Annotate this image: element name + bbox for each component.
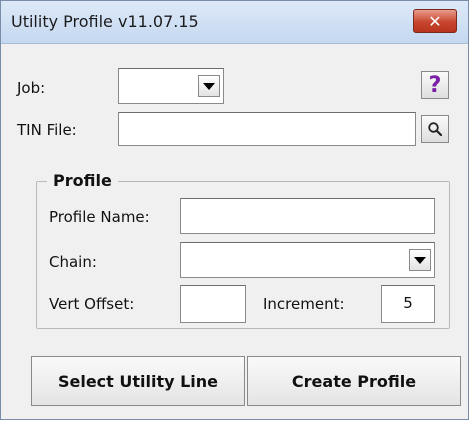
- magnifier-icon: [428, 122, 443, 137]
- profile-name-label: Profile Name:: [49, 208, 150, 226]
- select-utility-line-button[interactable]: Select Utility Line: [31, 356, 245, 406]
- tin-file-label: TIN File:: [17, 121, 77, 139]
- vert-offset-input[interactable]: [180, 285, 246, 323]
- profile-group-title: Profile: [47, 171, 118, 190]
- title-bar[interactable]: Utility Profile v11.07.15 ✕: [1, 1, 468, 44]
- chain-label: Chain:: [49, 253, 97, 271]
- chain-dropdown-button[interactable]: [409, 249, 431, 271]
- browse-tin-button[interactable]: [421, 115, 449, 143]
- window-title: Utility Profile v11.07.15: [11, 12, 199, 31]
- help-icon: ?: [428, 72, 442, 98]
- job-label: Job:: [17, 79, 46, 97]
- chain-dropdown[interactable]: [180, 242, 435, 278]
- chevron-down-icon: [203, 82, 215, 90]
- job-dropdown-button[interactable]: [198, 75, 220, 97]
- increment-label: Increment:: [263, 295, 345, 313]
- chevron-down-icon: [414, 256, 426, 264]
- create-profile-button[interactable]: Create Profile: [247, 356, 461, 406]
- increment-value: 5: [403, 294, 413, 312]
- close-icon: ✕: [428, 11, 442, 31]
- close-button[interactable]: ✕: [413, 9, 457, 33]
- tin-file-input[interactable]: [118, 112, 416, 146]
- increment-input[interactable]: 5: [381, 285, 435, 323]
- utility-profile-window: Utility Profile v11.07.15 ✕ Job: ? TIN F…: [0, 0, 469, 420]
- vert-offset-label: Vert Offset:: [49, 295, 135, 313]
- profile-name-input[interactable]: [180, 198, 435, 234]
- job-dropdown[interactable]: [118, 68, 224, 104]
- help-button[interactable]: ?: [421, 71, 449, 99]
